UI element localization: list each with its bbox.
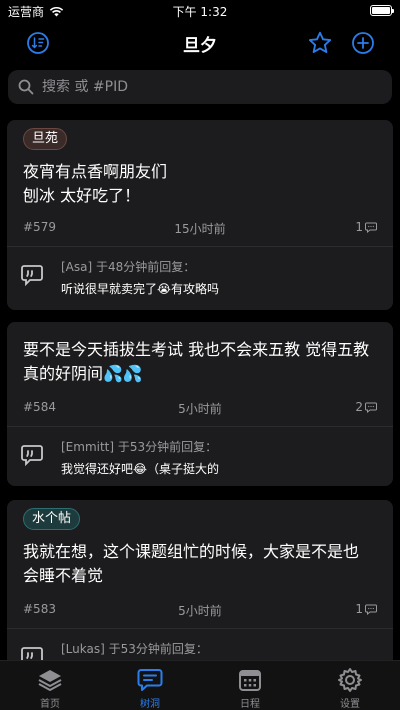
- post-content: 夜宵有点香啊朋友们 刨冰 太好吃了！: [23, 160, 373, 208]
- comment-icon: [365, 604, 377, 615]
- reply-count: 2: [355, 400, 377, 414]
- post-tag[interactable]: 旦苑: [23, 128, 68, 150]
- status-bar: 运营商 下午 1:32: [0, 0, 400, 22]
- tab-label: 设置: [340, 699, 360, 710]
- divider: [7, 246, 393, 247]
- post-content-line: 会睡不着觉: [23, 566, 104, 585]
- quote-bubble-icon: [21, 647, 43, 660]
- post-content-line: 我就在想，这个课题组忙的时候，大家是不是也: [23, 542, 360, 561]
- search-icon: [18, 79, 34, 95]
- message-icon: [137, 669, 163, 691]
- search-input[interactable]: [42, 79, 372, 95]
- reply-author: [Lukas] 于53分钟前回复：: [61, 642, 208, 656]
- tab-label: 树洞: [140, 699, 160, 710]
- post-meta: #584 5小时前 2: [23, 400, 377, 416]
- nav-bar: 旦夕: [0, 22, 400, 64]
- battery-fill: [372, 7, 390, 14]
- post-content-line: 夜宵有点香啊朋友们: [23, 162, 168, 181]
- post-content: 我就在想，这个课题组忙的时候，大家是不是也 会睡不着觉: [23, 540, 373, 588]
- post-card[interactable]: 水个帖 我就在想，这个课题组忙的时候，大家是不是也 会睡不着觉 #583 5小时…: [7, 500, 393, 660]
- post-content: 要不是今天插拔生考试 我也不会来五教 觉得五教 真的好阴间💦💦: [23, 338, 373, 386]
- comment-icon: [365, 222, 377, 233]
- tab-home[interactable]: 首页: [0, 661, 100, 710]
- post-content-line: 刨冰 太好吃了！: [23, 186, 141, 205]
- tab-label: 首页: [40, 699, 60, 710]
- quote-bubble-icon: [21, 445, 43, 466]
- favorites-button[interactable]: [306, 29, 334, 57]
- post-time: 5小时前: [178, 402, 222, 416]
- tab-schedule[interactable]: 日程: [200, 661, 300, 710]
- plus-circle-icon: [352, 32, 374, 54]
- post-content-line: 要不是今天插拔生考试 我也不会来五教 觉得五教: [23, 340, 370, 359]
- tab-label: 日程: [240, 699, 260, 710]
- reply-author: [Emmitt] 于53分钟前回复：: [61, 440, 218, 454]
- latest-reply[interactable]: [Emmitt] 于53分钟前回复： 我觉得还好吧😂（桌子挺大的: [21, 436, 381, 482]
- calendar-icon: [239, 670, 261, 691]
- page-title: 旦夕: [183, 36, 217, 56]
- post-time: 15小时前: [174, 222, 226, 236]
- post-tag[interactable]: 水个帖: [23, 508, 81, 530]
- new-post-button[interactable]: [349, 29, 377, 57]
- layers-icon: [38, 670, 62, 691]
- battery-icon: [370, 5, 394, 16]
- divider: [7, 628, 393, 629]
- quote-bubble-icon: [21, 265, 43, 286]
- post-content-line: 真的好阴间💦💦: [23, 364, 143, 383]
- post-card[interactable]: 旦苑 夜宵有点香啊朋友们 刨冰 太好吃了！ #579 15小时前 1 [Asa]…: [7, 120, 393, 310]
- reply-count-value: 1: [355, 220, 363, 234]
- reply-count: 1: [355, 602, 377, 616]
- reply-author: [Asa] 于48分钟前回复：: [61, 260, 196, 274]
- sort-button[interactable]: [24, 29, 52, 57]
- reply-text: 听说很早就卖完了😭有攻略吗: [61, 282, 220, 296]
- reply-count: 1: [355, 220, 377, 234]
- post-card[interactable]: 要不是今天插拔生考试 我也不会来五教 觉得五教 真的好阴间💦💦 #584 5小时…: [7, 322, 393, 486]
- latest-reply[interactable]: [Lukas] 于53分钟前回复：: [21, 638, 381, 660]
- search-bar[interactable]: [8, 70, 392, 104]
- sort-icon: [27, 32, 49, 54]
- reply-count-value: 2: [355, 400, 363, 414]
- reply-text: 我觉得还好吧😂（桌子挺大的: [61, 462, 220, 476]
- post-meta: #579 15小时前 1: [23, 220, 377, 236]
- star-icon: [308, 31, 332, 54]
- gear-icon: [338, 668, 362, 692]
- post-time: 5小时前: [178, 604, 222, 618]
- tab-settings[interactable]: 设置: [300, 661, 400, 710]
- divider: [7, 426, 393, 427]
- status-time: 下午 1:32: [172, 5, 228, 19]
- tab-bar: 首页 树洞 日程 设置: [0, 660, 400, 710]
- post-meta: #583 5小时前 1: [23, 602, 377, 618]
- latest-reply[interactable]: [Asa] 于48分钟前回复： 听说很早就卖完了😭有攻略吗: [21, 256, 381, 302]
- comment-icon: [365, 402, 377, 413]
- tab-treehole[interactable]: 树洞: [100, 661, 200, 710]
- reply-count-value: 1: [355, 602, 363, 616]
- post-feed[interactable]: 旦苑 夜宵有点香啊朋友们 刨冰 太好吃了！ #579 15小时前 1 [Asa]…: [0, 110, 400, 660]
